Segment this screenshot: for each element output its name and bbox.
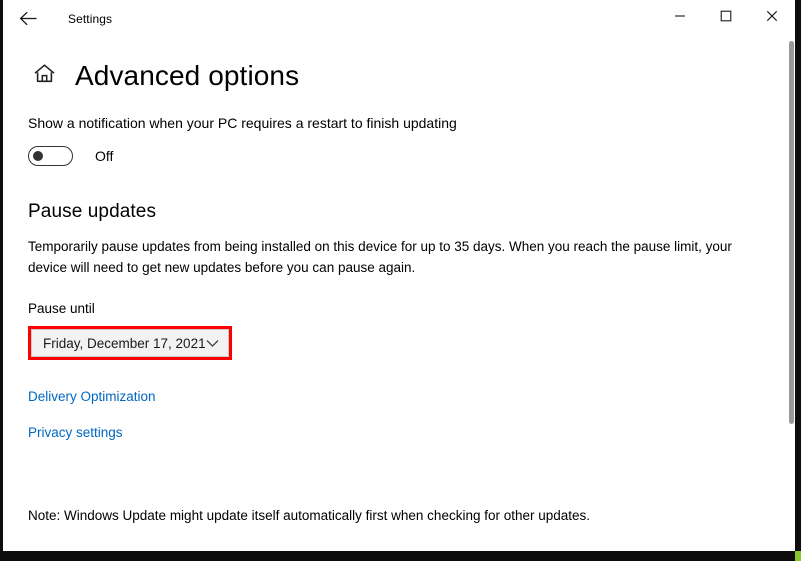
notification-setting-label: Show a notification when your PC require… — [28, 115, 457, 131]
window-controls — [657, 0, 795, 32]
note-windows-update: Note: Windows Update might update itself… — [28, 508, 591, 524]
privacy-settings-link-row: Privacy settings — [28, 424, 765, 442]
toggle-state-label: Off — [95, 148, 114, 165]
page-header: Advanced options — [28, 54, 765, 98]
pause-updates-heading: Pause updates — [28, 201, 157, 223]
close-icon — [766, 10, 778, 22]
page-content: Advanced options Show a notification whe… — [3, 54, 795, 551]
minimize-button[interactable] — [657, 0, 703, 32]
window-titlebar: Settings — [3, 0, 795, 37]
page-title: Advanced options — [75, 60, 300, 91]
back-arrow-icon — [19, 11, 38, 26]
notification-toggle[interactable] — [28, 146, 73, 167]
minimize-icon — [674, 10, 686, 22]
window-border-left — [0, 0, 3, 561]
maximize-button[interactable] — [703, 0, 749, 32]
pause-until-dropdown-wrap: Friday, December 17, 2021 — [28, 326, 232, 361]
toggle-knob — [33, 151, 43, 162]
delivery-optimization-link-row: Delivery Optimization — [28, 388, 765, 406]
pause-until-label: Pause until — [28, 301, 95, 317]
maximize-icon — [720, 10, 732, 22]
delivery-optimization-link[interactable]: Delivery Optimization — [28, 389, 156, 404]
pause-until-dropdown[interactable]: Friday, December 17, 2021 — [31, 329, 229, 358]
home-icon — [33, 63, 56, 89]
titlebar-title: Settings — [68, 11, 113, 26]
chevron-down-icon — [206, 339, 220, 348]
vertical-scrollbar[interactable] — [789, 41, 794, 424]
settings-window: Settings Advanced options Show a notific… — [3, 0, 795, 551]
notification-toggle-row: Off — [28, 145, 765, 167]
close-button[interactable] — [749, 0, 795, 32]
back-button[interactable] — [6, 3, 50, 35]
window-border-bottom — [0, 551, 795, 561]
window-border-right — [795, 0, 801, 551]
pause-until-value: Friday, December 17, 2021 — [43, 335, 206, 351]
home-button[interactable] — [29, 61, 59, 91]
pause-updates-description: Temporarily pause updates from being ins… — [28, 239, 732, 276]
privacy-settings-link[interactable]: Privacy settings — [28, 425, 123, 440]
